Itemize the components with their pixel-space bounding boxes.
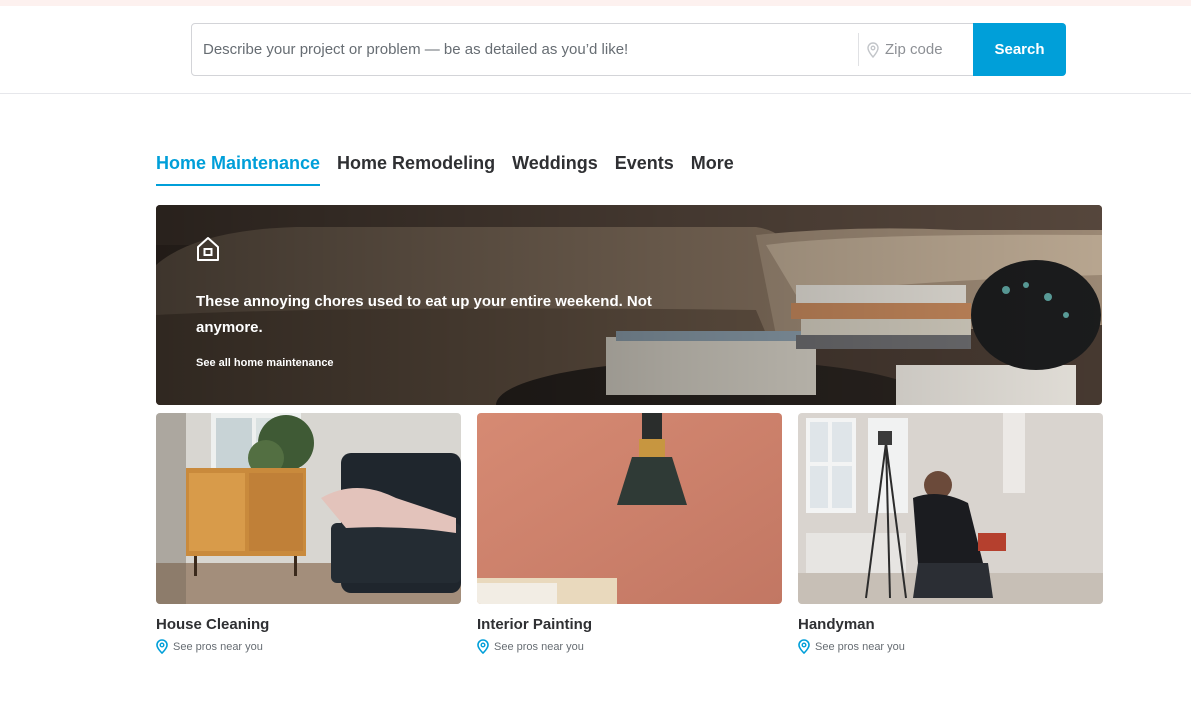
see-pros-link[interactable]: See pros near you: [477, 639, 782, 654]
see-pros-link[interactable]: See pros near you: [798, 639, 1103, 654]
search-bar: Search: [191, 23, 1066, 76]
service-cards: House Cleaning See pros near you Interio…: [156, 413, 1103, 654]
card-title: Interior Painting: [477, 616, 593, 633]
hero-banner[interactable]: These annoying chores used to eat up you…: [156, 205, 1102, 405]
tab-weddings[interactable]: Weddings: [512, 153, 598, 186]
see-pros-label: See pros near you: [173, 640, 263, 653]
card-house-cleaning[interactable]: House Cleaning See pros near you: [156, 413, 461, 654]
tab-more[interactable]: More: [691, 153, 734, 186]
handyman-image: [798, 413, 1103, 604]
location-pin-icon: [156, 639, 168, 654]
tab-home-remodeling[interactable]: Home Remodeling: [337, 153, 495, 186]
card-title: House Cleaning: [156, 616, 270, 633]
tab-events[interactable]: Events: [615, 153, 674, 186]
header: Search: [0, 6, 1191, 94]
house-icon: [197, 237, 219, 261]
location-pin-icon: [867, 41, 879, 58]
house-cleaning-image: [156, 413, 461, 604]
search-button[interactable]: Search: [973, 23, 1066, 76]
see-all-home-maintenance-link[interactable]: See all home maintenance: [196, 357, 334, 369]
location-pin-icon: [798, 639, 810, 654]
category-tabs: Home Maintenance Home Remodeling Wedding…: [156, 153, 734, 186]
location-pin-icon: [477, 639, 489, 654]
hero-headline: These annoying chores used to eat up you…: [196, 293, 652, 336]
zip-code-input[interactable]: [879, 41, 969, 58]
tab-home-maintenance[interactable]: Home Maintenance: [156, 153, 321, 186]
project-description-input[interactable]: [192, 24, 858, 75]
card-handyman[interactable]: Handyman See pros near you: [798, 413, 1103, 654]
see-pros-label: See pros near you: [815, 640, 905, 653]
card-interior-painting[interactable]: Interior Painting See pros near you: [477, 413, 782, 654]
card-title: Handyman: [798, 616, 875, 633]
see-pros-link[interactable]: See pros near you: [156, 639, 461, 654]
zip-code-field[interactable]: [858, 33, 973, 66]
see-pros-label: See pros near you: [494, 640, 584, 653]
interior-painting-image: [477, 413, 782, 604]
